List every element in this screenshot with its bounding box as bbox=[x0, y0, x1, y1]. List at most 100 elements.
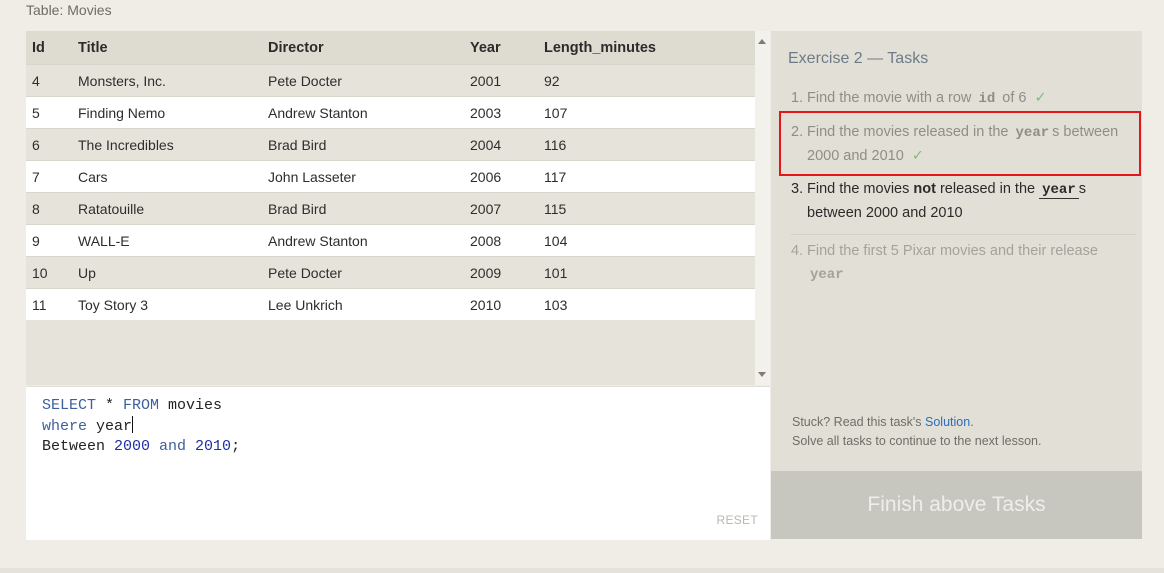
sql-editor[interactable]: SELECT * FROM movies where year Between … bbox=[26, 386, 770, 540]
table-cell: 2009 bbox=[464, 256, 538, 289]
task-item-4: 4. Find the first 5 Pixar movies and the… bbox=[791, 235, 1136, 295]
task-highlight-box bbox=[779, 111, 1141, 176]
table-cell: Pete Docter bbox=[262, 256, 464, 289]
task-item-3: 3. Find the movies not released in the y… bbox=[791, 176, 1136, 235]
table-cell: 6 bbox=[26, 128, 72, 161]
table-cell: 2007 bbox=[464, 192, 538, 225]
task-text: Find the first 5 Pixar movies and their … bbox=[807, 243, 1098, 259]
sql-text: * bbox=[96, 397, 124, 414]
table-row: 9 WALL-E Andrew Stanton 2008 104 bbox=[26, 224, 755, 257]
table-cell: 101 bbox=[538, 256, 755, 289]
task-number: 3. bbox=[791, 181, 804, 197]
table-cell: 10 bbox=[26, 256, 72, 289]
results-table-panel: Id Title Director Year Length_minutes 4 … bbox=[26, 31, 755, 385]
sql-keyword: FROM bbox=[123, 397, 160, 414]
table-cell: 8 bbox=[26, 192, 72, 225]
table-cell: 2006 bbox=[464, 160, 538, 193]
task-code: year bbox=[810, 267, 844, 283]
finish-tasks-button[interactable]: Finish above Tasks bbox=[771, 471, 1142, 539]
period: . bbox=[970, 415, 974, 429]
table-row: 6 The Incredibles Brad Bird 2004 116 bbox=[26, 128, 755, 161]
table-cell: 2004 bbox=[464, 128, 538, 161]
table-cell: John Lasseter bbox=[262, 160, 464, 193]
table-row: 5 Finding Nemo Andrew Stanton 2003 107 bbox=[26, 96, 755, 129]
sql-code[interactable]: SELECT * FROM movies where year Between … bbox=[42, 396, 240, 457]
table-row: 4 Monsters, Inc. Pete Docter 2001 92 bbox=[26, 64, 755, 97]
table-cell: Ratatouille bbox=[72, 192, 262, 225]
solve-all-text: Solve all tasks to continue to the next … bbox=[792, 434, 1042, 448]
table-row: 10 Up Pete Docter 2009 101 bbox=[26, 256, 755, 289]
sql-line-1: SELECT * FROM movies bbox=[42, 397, 222, 414]
sql-text: year bbox=[87, 418, 133, 435]
results-scrollbar[interactable] bbox=[755, 31, 770, 385]
table-header-row: Id Title Director Year Length_minutes bbox=[26, 31, 755, 65]
task-text: released in the bbox=[939, 181, 1036, 197]
table-row: 7 Cars John Lasseter 2006 117 bbox=[26, 160, 755, 193]
column-header: Director bbox=[262, 31, 464, 65]
scroll-down-icon[interactable] bbox=[758, 372, 766, 377]
task-text: Find the movies bbox=[807, 181, 910, 197]
bottom-divider bbox=[0, 568, 1164, 573]
sql-number: 2000 bbox=[114, 438, 151, 455]
sql-keyword: and bbox=[150, 438, 196, 455]
table-cell: Andrew Stanton bbox=[262, 96, 464, 129]
table-cell: 9 bbox=[26, 224, 72, 257]
task-code: id bbox=[978, 91, 996, 107]
table-cell: 5 bbox=[26, 96, 72, 129]
table-cell: 4 bbox=[26, 64, 72, 97]
table-cell: Up bbox=[72, 256, 262, 289]
column-header: Length_minutes bbox=[538, 31, 755, 65]
table-cell: Brad Bird bbox=[262, 128, 464, 161]
table-cell: WALL-E bbox=[72, 224, 262, 257]
table-cell: Pete Docter bbox=[262, 64, 464, 97]
table-cell: 107 bbox=[538, 96, 755, 129]
exercise-title: Exercise 2 — Tasks bbox=[788, 50, 929, 67]
table-cell: Cars bbox=[72, 160, 262, 193]
table-cell: 115 bbox=[538, 192, 755, 225]
table-cell: 104 bbox=[538, 224, 755, 257]
table-cell: 117 bbox=[538, 160, 755, 193]
scroll-up-icon[interactable] bbox=[758, 39, 766, 44]
column-header: Title bbox=[72, 31, 262, 65]
text-caret bbox=[132, 416, 134, 433]
table-row: 11 Toy Story 3 Lee Unkrich 2010 103 bbox=[26, 288, 755, 320]
table-cell: 2008 bbox=[464, 224, 538, 257]
table-cell: 103 bbox=[538, 288, 755, 320]
column-header: Year bbox=[464, 31, 538, 65]
help-text: Stuck? Read this task's Solution. Solve … bbox=[792, 413, 1041, 451]
stuck-text: Stuck? Read this task's bbox=[792, 415, 922, 429]
sql-line-2: where year bbox=[42, 416, 134, 435]
task-text: of 6 bbox=[1002, 90, 1027, 106]
table-cell: 116 bbox=[538, 128, 755, 161]
table-cell: Andrew Stanton bbox=[262, 224, 464, 257]
tasks-panel: Exercise 2 — Tasks 1. Find the movie wit… bbox=[771, 31, 1142, 539]
sql-line-3: Between 2000 and 2010; bbox=[42, 438, 240, 455]
sql-keyword: SELECT bbox=[42, 397, 97, 414]
solution-link[interactable]: Solution bbox=[925, 415, 970, 429]
sql-keyword: where bbox=[42, 418, 88, 435]
table-row: 8 Ratatouille Brad Bird 2007 115 bbox=[26, 192, 755, 225]
table-cell: The Incredibles bbox=[72, 128, 262, 161]
table-cell: 11 bbox=[26, 288, 72, 320]
results-table: Id Title Director Year Length_minutes 4 … bbox=[26, 31, 755, 320]
task-number: 1. bbox=[791, 90, 804, 106]
sql-text: ; bbox=[231, 438, 241, 455]
task-number: 4. bbox=[791, 243, 804, 259]
sql-text: Between bbox=[42, 438, 115, 455]
column-header: Id bbox=[26, 31, 72, 65]
table-cell: Lee Unkrich bbox=[262, 288, 464, 320]
reset-button[interactable]: RESET bbox=[716, 513, 758, 527]
task-emphasis: not bbox=[913, 181, 936, 197]
sql-text: movies bbox=[159, 397, 223, 414]
table-cell: 2001 bbox=[464, 64, 538, 97]
table-cell: Finding Nemo bbox=[72, 96, 262, 129]
table-cell: Monsters, Inc. bbox=[72, 64, 262, 97]
table-cell: 7 bbox=[26, 160, 72, 193]
table-cell: Toy Story 3 bbox=[72, 288, 262, 320]
table-cell: 92 bbox=[538, 64, 755, 97]
table-cell: Brad Bird bbox=[262, 192, 464, 225]
checkmark-icon: ✓ bbox=[1034, 90, 1047, 106]
table-cell: 2003 bbox=[464, 96, 538, 129]
task-code: year bbox=[1039, 182, 1079, 199]
table-caption: Table: Movies bbox=[26, 2, 112, 18]
